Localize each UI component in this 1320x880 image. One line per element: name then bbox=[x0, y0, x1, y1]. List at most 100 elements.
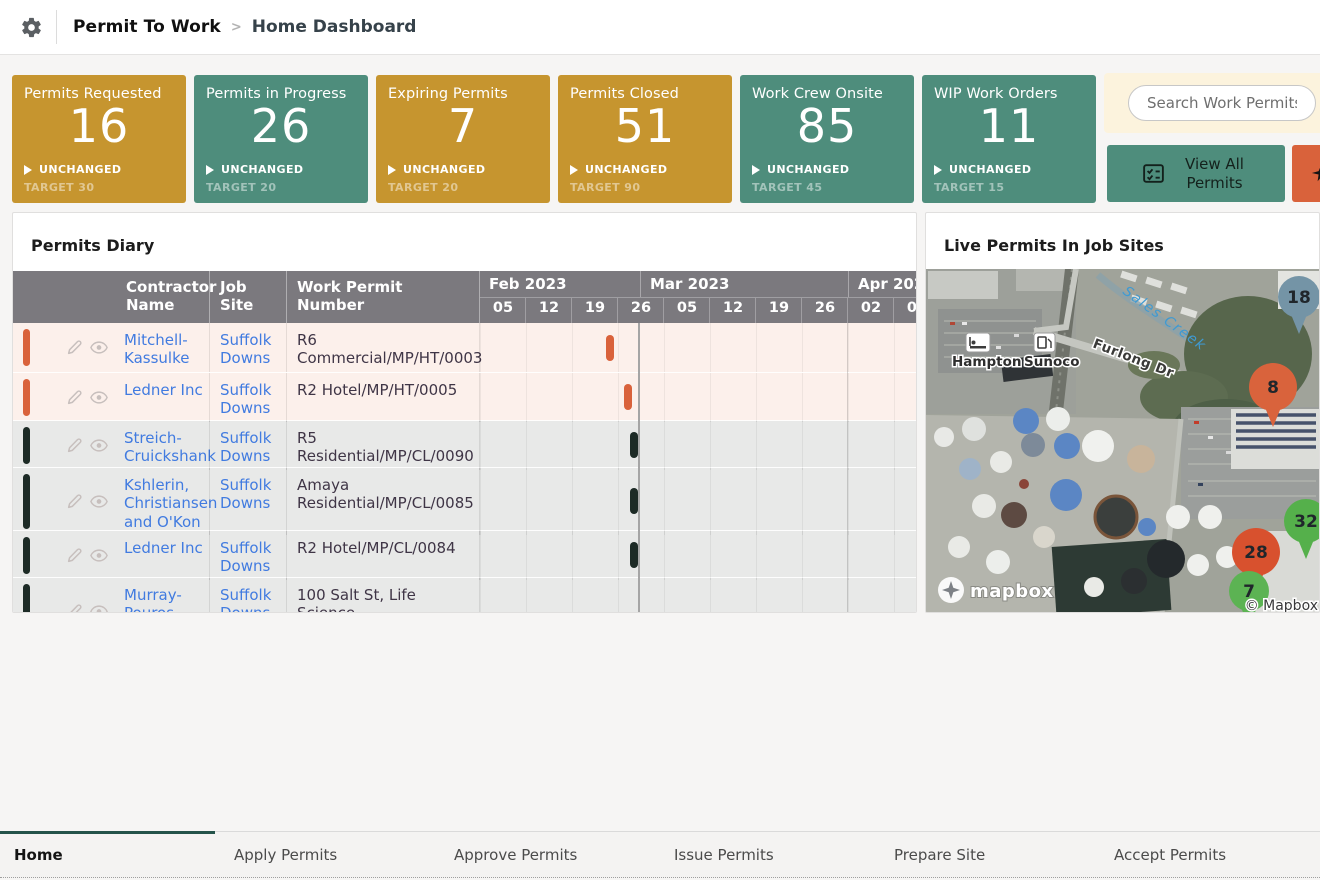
trend-arrow-icon bbox=[388, 165, 396, 175]
kpi-trend: UNCHANGED bbox=[388, 163, 485, 176]
week-label: 12 bbox=[723, 300, 743, 316]
mapbox-logo[interactable]: mapbox bbox=[938, 577, 1054, 603]
status-cell bbox=[13, 531, 57, 580]
job-site-link[interactable]: Suffolk Downs bbox=[220, 331, 271, 367]
schedule-marker[interactable] bbox=[624, 384, 632, 410]
kpi-card[interactable]: Work Crew Onsite 85 UNCHANGED TARGET 45 bbox=[740, 75, 914, 203]
kpi-trend: UNCHANGED bbox=[570, 163, 667, 176]
contractor-link[interactable]: Streich-Cruickshank bbox=[124, 429, 216, 465]
edit-permit-button[interactable] bbox=[66, 493, 83, 510]
view-permit-button[interactable] bbox=[90, 391, 108, 404]
permit-row: Streich-Cruickshank Suffolk Downs R5 Res… bbox=[13, 421, 916, 468]
bottom-nav-item[interactable]: Accept Permits bbox=[1100, 832, 1320, 877]
trend-arrow-icon bbox=[934, 165, 942, 175]
hot-work-button[interactable] bbox=[1292, 145, 1320, 202]
top-bar: Permit To Work > Home Dashboard bbox=[0, 0, 1320, 55]
week-label: 26 bbox=[815, 300, 835, 316]
contractor-link[interactable]: Ledner Inc bbox=[124, 539, 203, 557]
trend-arrow-icon bbox=[206, 165, 214, 175]
kpi-value: 7 bbox=[388, 102, 538, 152]
view-all-permits-button[interactable]: View All Permits bbox=[1107, 145, 1285, 202]
permit-row: Mitchell-Kassulke Suffolk Downs R6 Comme… bbox=[13, 323, 916, 373]
job-site-link[interactable]: Suffolk Downs bbox=[220, 429, 271, 465]
bottom-nav-item[interactable]: Apply Permits bbox=[220, 832, 440, 877]
kpi-card[interactable]: Expiring Permits 7 UNCHANGED TARGET 20 bbox=[376, 75, 550, 203]
kpi-target: TARGET 30 bbox=[24, 181, 94, 194]
permit-number: Amaya Residential/MP/CL/0085 bbox=[286, 468, 479, 535]
row-actions bbox=[57, 421, 116, 470]
settings-button[interactable] bbox=[14, 10, 48, 44]
view-permit-button[interactable] bbox=[90, 439, 108, 452]
svg-text:32: 32 bbox=[1294, 512, 1318, 532]
job-site-link[interactable]: Suffolk Downs bbox=[220, 586, 271, 613]
kpi-trend-label: UNCHANGED bbox=[585, 163, 667, 176]
contractor-link[interactable]: Mitchell-Kassulke bbox=[124, 331, 189, 367]
breadcrumb-page-title: Home Dashboard bbox=[252, 17, 417, 37]
breadcrumb-app-title[interactable]: Permit To Work bbox=[73, 17, 221, 37]
row-actions bbox=[57, 373, 116, 422]
bottom-nav-item[interactable]: Approve Permits bbox=[440, 832, 660, 877]
bottom-nav-item[interactable]: Prepare Site bbox=[880, 832, 1100, 877]
view-permit-button[interactable] bbox=[90, 605, 108, 613]
kpi-card[interactable]: WIP Work Orders 11 UNCHANGED TARGET 15 bbox=[922, 75, 1096, 203]
edit-permit-button[interactable] bbox=[66, 437, 83, 454]
bottom-nav-label: Accept Permits bbox=[1114, 846, 1226, 864]
gear-icon bbox=[20, 16, 43, 39]
week-label: 09 bbox=[907, 300, 917, 316]
header-actions-col bbox=[57, 271, 116, 323]
eye-icon bbox=[90, 495, 108, 508]
view-permit-button[interactable] bbox=[90, 341, 108, 354]
edit-permit-button[interactable] bbox=[66, 603, 83, 613]
permit-number: R2 Hotel/MP/HT/0005 bbox=[286, 373, 479, 422]
schedule-marker[interactable] bbox=[630, 432, 638, 458]
permits-gantt: Contractor Name Job Site Work Permit Num… bbox=[13, 271, 916, 612]
checklist-icon bbox=[1141, 161, 1166, 186]
job-site-link[interactable]: Suffolk Downs bbox=[220, 539, 271, 575]
status-pill bbox=[23, 329, 30, 366]
live-permits-panel: Live Permits In Job Sites bbox=[925, 212, 1320, 613]
diary-title: Permits Diary bbox=[31, 236, 154, 255]
bottom-nav-item[interactable]: Issue Permits bbox=[660, 832, 880, 877]
header-contractor: Contractor Name bbox=[116, 271, 209, 323]
bottom-nav-item[interactable]: Home bbox=[0, 832, 220, 877]
kpi-target: TARGET 15 bbox=[934, 181, 1004, 194]
contractor-link[interactable]: Kshlerin, Christiansen and O'Kon bbox=[124, 476, 217, 531]
status-pill bbox=[23, 474, 30, 529]
kpi-trend-label: UNCHANGED bbox=[221, 163, 303, 176]
permit-row: Kshlerin, Christiansen and O'Kon Suffolk… bbox=[13, 468, 916, 531]
svg-text:mapbox: mapbox bbox=[970, 581, 1054, 602]
permit-row: Ledner Inc Suffolk Downs R2 Hotel/MP/HT/… bbox=[13, 373, 916, 421]
edit-permit-button[interactable] bbox=[66, 339, 83, 356]
row-actions bbox=[57, 578, 116, 613]
job-site-link[interactable]: Suffolk Downs bbox=[220, 381, 271, 417]
kpi-trend-label: UNCHANGED bbox=[949, 163, 1031, 176]
pencil-icon bbox=[66, 339, 83, 356]
sunoco-label: Sunoco bbox=[1024, 354, 1080, 370]
kpi-trend-label: UNCHANGED bbox=[403, 163, 485, 176]
schedule-marker[interactable] bbox=[606, 335, 614, 361]
contractor-link[interactable]: Ledner Inc bbox=[124, 381, 203, 399]
edit-permit-button[interactable] bbox=[66, 547, 83, 564]
week-label: 02 bbox=[861, 300, 881, 316]
kpi-card[interactable]: Permits Closed 51 UNCHANGED TARGET 90 bbox=[558, 75, 732, 203]
edit-permit-button[interactable] bbox=[66, 389, 83, 406]
trend-arrow-icon bbox=[570, 165, 578, 175]
satellite-map[interactable]: Sales Creek Furlong Dr Hampton Sunoco 18… bbox=[926, 269, 1319, 612]
schedule-marker[interactable] bbox=[630, 542, 638, 568]
divider bbox=[56, 10, 57, 44]
eye-icon bbox=[90, 391, 108, 404]
search-input[interactable] bbox=[1128, 85, 1316, 121]
kpi-card[interactable]: Permits in Progress 26 UNCHANGED TARGET … bbox=[194, 75, 368, 203]
row-actions bbox=[57, 323, 116, 372]
job-site-link[interactable]: Suffolk Downs bbox=[220, 476, 271, 512]
kpi-value: 51 bbox=[570, 102, 720, 152]
contractor-link[interactable]: Murray-Pouros bbox=[124, 586, 182, 613]
view-permit-button[interactable] bbox=[90, 495, 108, 508]
view-permit-button[interactable] bbox=[90, 549, 108, 562]
week-label: 05 bbox=[493, 300, 513, 316]
trend-arrow-icon bbox=[752, 165, 760, 175]
kpi-card[interactable]: Permits Requested 16 UNCHANGED TARGET 30 bbox=[12, 75, 186, 203]
gantt-header: Contractor Name Job Site Work Permit Num… bbox=[13, 271, 916, 323]
map-attribution[interactable]: © Mapbox bbox=[1245, 598, 1318, 612]
schedule-marker[interactable] bbox=[630, 488, 638, 514]
